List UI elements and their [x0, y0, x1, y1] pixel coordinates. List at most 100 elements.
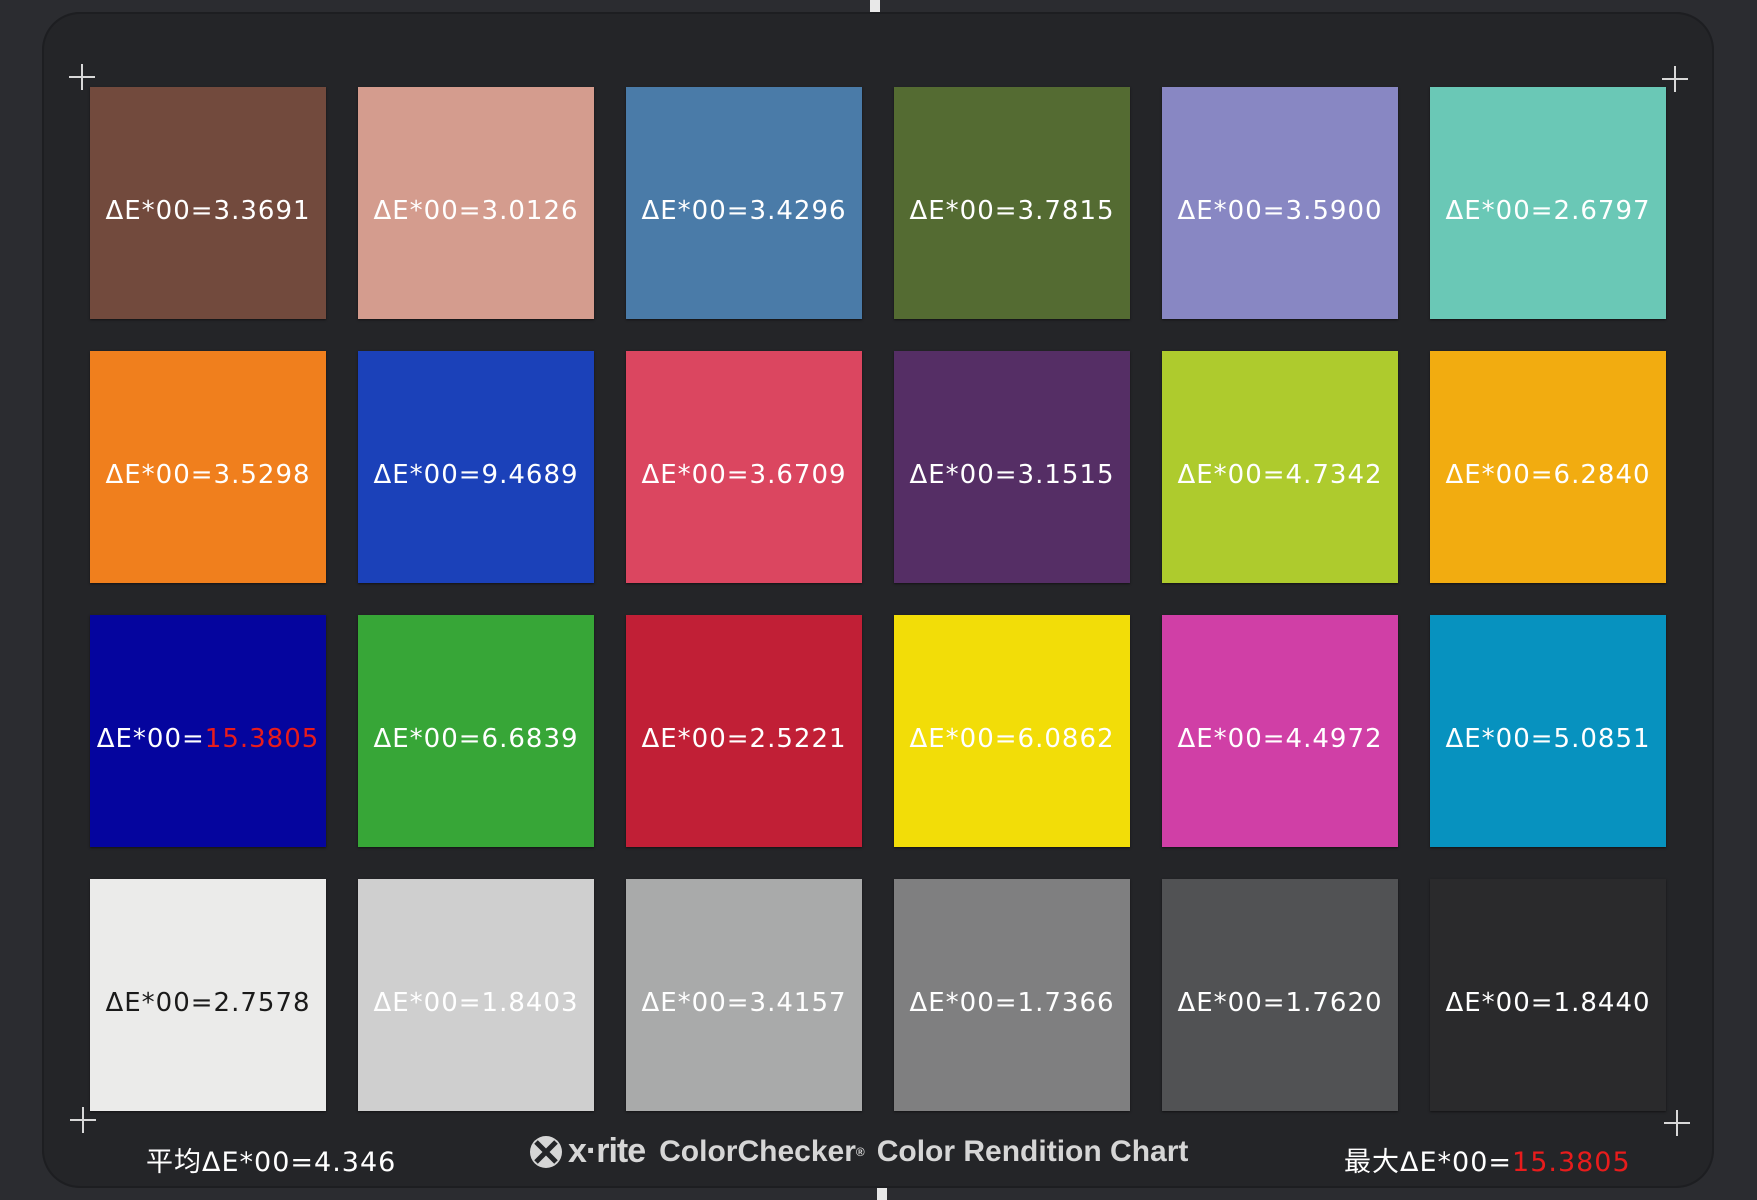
- patch-delta-e-label: ΔE*00=6.6839: [373, 724, 578, 754]
- patch-delta-e-prefix: ΔE*00=: [373, 988, 482, 1018]
- patch-delta-e-label: ΔE*00=2.7578: [105, 988, 310, 1018]
- patch-delta-e-prefix: ΔE*00=: [909, 196, 1018, 226]
- color-patch: ΔE*00=4.4972: [1162, 615, 1398, 847]
- x-rite-logo-icon: [530, 1135, 562, 1168]
- color-patch: ΔE*00=1.7620: [1162, 879, 1398, 1111]
- color-patch: ΔE*00=3.5900: [1162, 87, 1398, 319]
- color-patch: ΔE*00=15.3805: [90, 615, 326, 847]
- patch-delta-e-label: ΔE*00=1.7366: [909, 988, 1114, 1018]
- patch-delta-e-label: ΔE*00=6.2840: [1445, 460, 1650, 490]
- patch-delta-e-prefix: ΔE*00=: [1177, 988, 1286, 1018]
- color-patch: ΔE*00=2.7578: [90, 879, 326, 1111]
- patch-delta-e-prefix: ΔE*00=: [909, 724, 1018, 754]
- color-patch: ΔE*00=1.8440: [1430, 879, 1666, 1111]
- max-label: 最大ΔE*00=: [1344, 1147, 1513, 1178]
- patch-delta-e-label: ΔE*00=3.0126: [373, 196, 578, 226]
- patch-delta-e-prefix: ΔE*00=: [105, 196, 214, 226]
- patch-delta-e-prefix: ΔE*00=: [1177, 460, 1286, 490]
- patch-delta-e-prefix: ΔE*00=: [1177, 196, 1286, 226]
- patch-delta-e-value: 1.7366: [1017, 988, 1115, 1018]
- color-patch: ΔE*00=6.6839: [358, 615, 594, 847]
- patch-delta-e-prefix: ΔE*00=: [105, 988, 214, 1018]
- registered-mark: ®: [855, 1144, 865, 1159]
- max-delta-e: 最大ΔE*00=15.3805: [1344, 1140, 1631, 1179]
- patch-delta-e-label: ΔE*00=4.4972: [1177, 724, 1382, 754]
- patch-delta-e-prefix: ΔE*00=: [641, 988, 750, 1018]
- color-patch: ΔE*00=3.7815: [894, 87, 1130, 319]
- patch-delta-e-value: 2.7578: [213, 988, 311, 1018]
- patch-delta-e-label: ΔE*00=4.7342: [1177, 460, 1382, 490]
- color-patch: ΔE*00=3.0126: [358, 87, 594, 319]
- patch-delta-e-value: 2.5221: [749, 724, 847, 754]
- patch-delta-e-label: ΔE*00=3.3691: [105, 196, 310, 226]
- patch-delta-e-value: 1.8403: [481, 988, 579, 1018]
- patch-delta-e-label: ΔE*00=3.4296: [641, 196, 846, 226]
- patch-delta-e-prefix: ΔE*00=: [641, 460, 750, 490]
- patch-delta-e-value: 6.2840: [1553, 460, 1651, 490]
- color-patch: ΔE*00=4.7342: [1162, 351, 1398, 583]
- patch-delta-e-value: 3.4157: [749, 988, 847, 1018]
- patch-delta-e-label: ΔE*00=3.7815: [909, 196, 1114, 226]
- patch-delta-e-prefix: ΔE*00=: [105, 460, 214, 490]
- patch-delta-e-label: ΔE*00=3.5298: [105, 460, 310, 490]
- patch-delta-e-value: 3.5900: [1285, 196, 1383, 226]
- patch-delta-e-label: ΔE*00=15.3805: [97, 724, 320, 754]
- patch-delta-e-value: 9.4689: [481, 460, 579, 490]
- patch-delta-e-value: 3.6709: [749, 460, 847, 490]
- patch-delta-e-label: ΔE*00=1.7620: [1177, 988, 1382, 1018]
- patch-delta-e-prefix: ΔE*00=: [373, 460, 482, 490]
- color-patch: ΔE*00=5.0851: [1430, 615, 1666, 847]
- patch-delta-e-prefix: ΔE*00=: [373, 724, 482, 754]
- patch-delta-e-prefix: ΔE*00=: [1445, 724, 1554, 754]
- patch-delta-e-prefix: ΔE*00=: [909, 988, 1018, 1018]
- top-edge-mark: [870, 0, 880, 12]
- patch-delta-e-label: ΔE*00=2.5221: [641, 724, 846, 754]
- patch-delta-e-prefix: ΔE*00=: [1445, 196, 1554, 226]
- patch-delta-e-label: ΔE*00=5.0851: [1445, 724, 1650, 754]
- patch-delta-e-value: 3.4296: [749, 196, 847, 226]
- color-patch: ΔE*00=9.4689: [358, 351, 594, 583]
- color-patch: ΔE*00=3.1515: [894, 351, 1130, 583]
- patch-delta-e-label: ΔE*00=2.6797: [1445, 196, 1650, 226]
- average-value: 4.346: [314, 1147, 397, 1178]
- patch-delta-e-value: 4.4972: [1285, 724, 1383, 754]
- patch-delta-e-prefix: ΔE*00=: [641, 724, 750, 754]
- color-patch: ΔE*00=1.7366: [894, 879, 1130, 1111]
- average-delta-e: 平均ΔE*00=4.346: [146, 1140, 396, 1179]
- patch-delta-e-label: ΔE*00=1.8440: [1445, 988, 1650, 1018]
- patch-delta-e-value: 6.0862: [1017, 724, 1115, 754]
- patch-delta-e-value: 6.6839: [481, 724, 579, 754]
- patch-delta-e-label: ΔE*00=3.1515: [909, 460, 1114, 490]
- patch-delta-e-value: 15.3805: [204, 724, 320, 754]
- color-patch: ΔE*00=3.4157: [626, 879, 862, 1111]
- brand-subtitle: Color Rendition Chart: [876, 1134, 1189, 1168]
- patch-delta-e-label: ΔE*00=3.6709: [641, 460, 846, 490]
- patch-delta-e-value: 3.7815: [1017, 196, 1115, 226]
- color-patch: ΔE*00=2.6797: [1430, 87, 1666, 319]
- patch-delta-e-prefix: ΔE*00=: [96, 724, 205, 754]
- patch-delta-e-label: ΔE*00=1.8403: [373, 988, 578, 1018]
- patch-delta-e-value: 3.5298: [213, 460, 311, 490]
- color-patch: ΔE*00=6.2840: [1430, 351, 1666, 583]
- bottom-edge-mark: [877, 1188, 887, 1200]
- patch-delta-e-label: ΔE*00=6.0862: [909, 724, 1114, 754]
- patch-delta-e-label: ΔE*00=3.5900: [1177, 196, 1382, 226]
- patch-delta-e-value: 2.6797: [1553, 196, 1651, 226]
- patch-delta-e-value: 3.0126: [481, 196, 579, 226]
- patch-delta-e-label: ΔE*00=9.4689: [373, 460, 578, 490]
- patch-delta-e-value: 3.3691: [213, 196, 311, 226]
- brand-company: x·rite: [568, 1132, 646, 1170]
- color-patch: ΔE*00=3.6709: [626, 351, 862, 583]
- patch-delta-e-prefix: ΔE*00=: [1445, 460, 1554, 490]
- color-patch: ΔE*00=6.0862: [894, 615, 1130, 847]
- color-patch-grid: ΔE*00=3.3691 ΔE*00=3.0126 ΔE*00=3.4296 ΔE*0…: [90, 87, 1670, 1115]
- average-label: 平均ΔE*00=: [146, 1147, 315, 1178]
- brand-product: ColorChecker: [659, 1134, 856, 1168]
- patch-delta-e-prefix: ΔE*00=: [373, 196, 482, 226]
- patch-delta-e-value: 5.0851: [1553, 724, 1651, 754]
- color-patch: ΔE*00=1.8403: [358, 879, 594, 1111]
- color-patch: ΔE*00=3.5298: [90, 351, 326, 583]
- patch-delta-e-prefix: ΔE*00=: [1445, 988, 1554, 1018]
- patch-delta-e-prefix: ΔE*00=: [1177, 724, 1286, 754]
- brand-title: x·rite ColorChecker ® Color Rendition Cha…: [528, 1132, 1188, 1171]
